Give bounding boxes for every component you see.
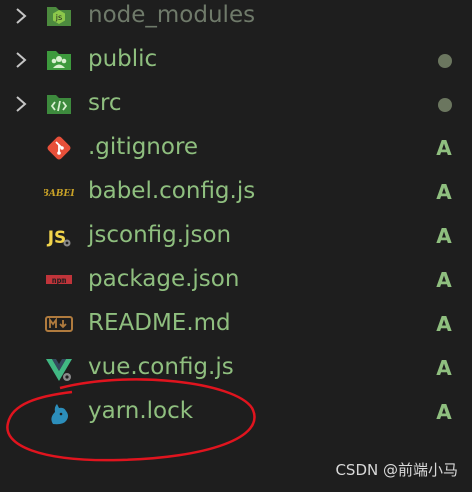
tree-item-label: vue.config.js [88,354,234,380]
git-status-added: A [436,400,452,424]
svg-text:js: js [55,13,62,22]
chevron-right-icon[interactable] [12,94,30,114]
tree-item-public[interactable]: public [0,38,472,82]
svg-text:JS: JS [47,228,67,248]
public-folder-icon [44,45,74,75]
svg-text:npm: npm [52,276,67,285]
tree-item-label: yarn.lock [88,398,194,424]
tree-item-src[interactable]: src [0,82,472,126]
tree-item-label: public [88,46,158,72]
git-status-added: A [436,136,452,160]
tree-item-yarn-lock[interactable]: yarn.lock A [0,390,472,434]
markdown-icon [44,309,74,339]
npm-icon: npm [44,265,74,295]
git-status-added: A [436,356,452,380]
tree-item-label: README.md [88,310,231,336]
node-folder-icon: js [44,1,74,31]
git-status-added: A [436,180,452,204]
tree-item-node-modules[interactable]: js node_modules [0,0,472,38]
tree-item-vue-config[interactable]: vue.config.js A [0,346,472,390]
tree-item-label: babel.config.js [88,178,256,204]
svg-text:BABEL: BABEL [44,189,74,199]
tree-item-babel-config[interactable]: BABEL babel.config.js A [0,170,472,214]
git-status-added: A [436,312,452,336]
yarn-icon [44,397,74,427]
vue-icon [44,353,74,383]
tree-item-label: node_modules [88,2,256,28]
chevron-right-icon[interactable] [12,6,30,26]
git-status-added: A [436,224,452,248]
git-icon [44,133,74,163]
js-icon: JS [44,221,74,251]
tree-item-package-json[interactable]: npm package.json A [0,258,472,302]
modified-dot-indicator [438,98,452,112]
tree-item-readme[interactable]: README.md A [0,302,472,346]
tree-item-label: src [88,90,122,116]
tree-item-label: jsconfig.json [88,222,232,248]
chevron-right-icon[interactable] [12,50,30,70]
modified-dot-indicator [438,54,452,68]
src-folder-icon [44,89,74,119]
tree-item-label: .gitignore [88,134,199,160]
tree-item-jsconfig[interactable]: JS jsconfig.json A [0,214,472,258]
babel-icon: BABEL [44,177,74,207]
tree-item-gitignore[interactable]: .gitignore A [0,126,472,170]
tree-item-label: package.json [88,266,240,292]
watermark: CSDN @前端小马 [335,461,458,479]
git-status-added: A [436,268,452,292]
